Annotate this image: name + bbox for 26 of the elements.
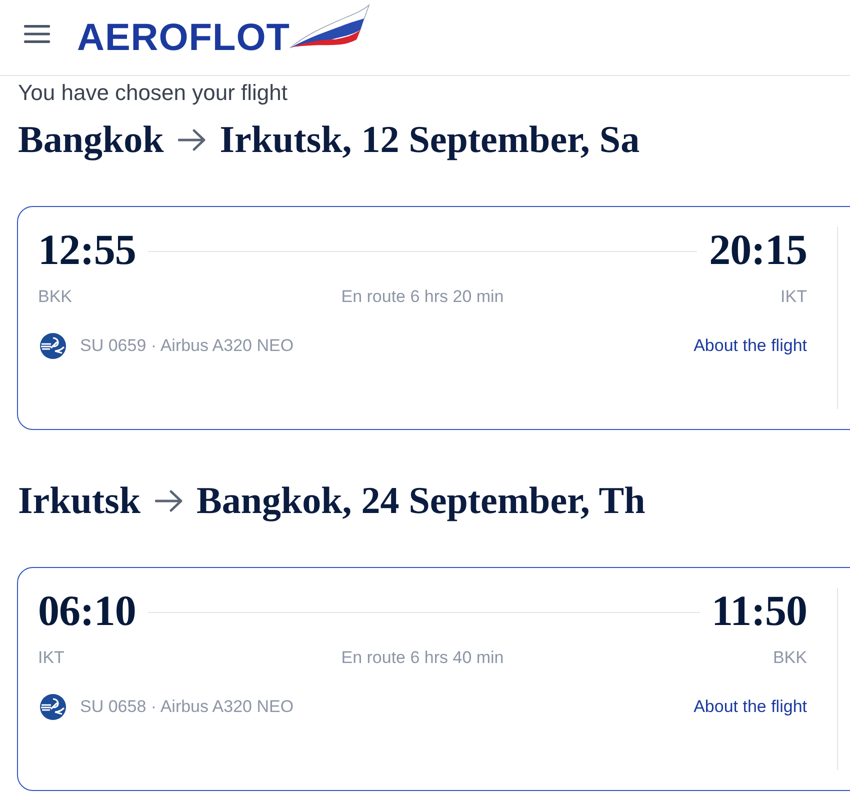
arrival-time: 11:50 <box>712 588 807 636</box>
menu-icon[interactable] <box>24 24 50 42</box>
route-origin: Irkutsk <box>18 479 140 524</box>
departure-airport-code: BKK <box>38 286 72 308</box>
arrival-airport-code: IKT <box>780 286 807 308</box>
about-flight-link[interactable]: About the flight <box>694 334 807 358</box>
arrow-right-icon <box>154 490 182 512</box>
winged-emblem-icon <box>40 333 66 359</box>
winged-emblem-icon <box>40 694 66 720</box>
wavy-flag-icon <box>290 4 370 50</box>
flight-number-aircraft: SU 0659 · Airbus A320 NEO <box>80 335 294 357</box>
departure-time: 06:10 <box>38 588 136 636</box>
route-origin: Bangkok <box>18 118 164 163</box>
flight-duration: En route 6 hrs 20 min <box>341 286 504 308</box>
arrow-right-icon <box>178 129 206 151</box>
departure-airport-code: IKT <box>38 647 64 669</box>
logo-wordmark: AEROFLOT <box>77 18 290 58</box>
arrival-time: 20:15 <box>709 227 807 275</box>
route-destination-date: Irkutsk, 12 September, Sa <box>220 118 640 163</box>
departure-time: 12:55 <box>38 227 136 275</box>
arrival-airport-code: BKK <box>772 647 807 669</box>
flight-number-aircraft: SU 0658 · Airbus A320 NEO <box>80 696 294 718</box>
route-destination-date: Bangkok, 24 September, Th <box>196 479 646 524</box>
flight-duration: En route 6 hrs 40 min <box>341 647 504 669</box>
about-flight-link[interactable]: About the flight <box>694 695 807 719</box>
intro-text: You have chosen your flight <box>18 79 288 107</box>
